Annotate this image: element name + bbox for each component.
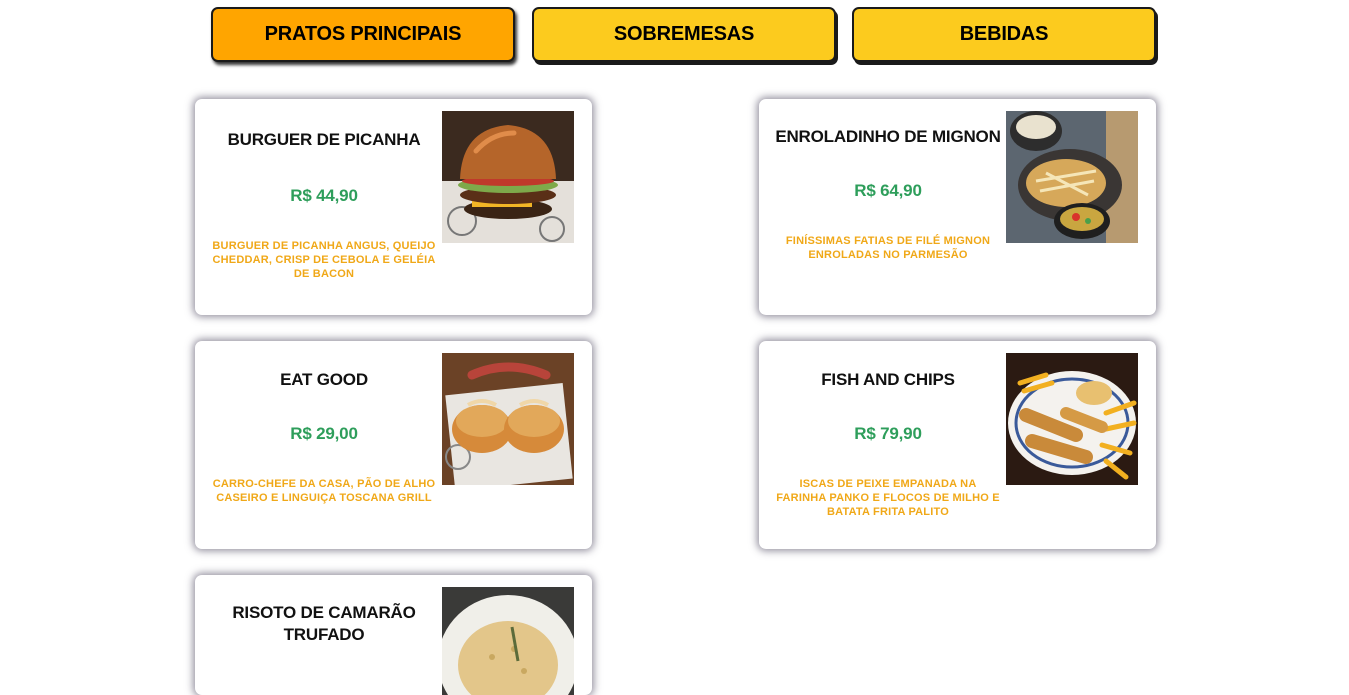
dish-description: ISCAS DE PEIXE EMPANADA NA FARINHA PANKO… <box>776 478 1000 518</box>
fish-chips-photo <box>1006 353 1138 485</box>
dish-card-fish-and-chips[interactable]: FISH AND CHIPS R$ 79,90 ISCAS DE PEIXE E… <box>759 341 1156 549</box>
dish-price: R$ 44,90 <box>290 186 358 205</box>
dish-info: RISOTO DE CAMARÃO TRUFADO <box>210 575 438 695</box>
dish-info: EAT GOOD R$ 29,00 CARRO-CHEFE DA CASA, P… <box>210 341 438 549</box>
dish-description: CARRO-CHEFE DA CASA, PÃO DE ALHO CASEIRO… <box>212 478 436 504</box>
dish-name: RISOTO DE CAMARÃO TRUFADO <box>232 603 416 644</box>
dish-name: BURGUER DE PICANHA <box>227 130 421 149</box>
dish-price: R$ 64,90 <box>854 181 922 200</box>
dish-card-eat-good[interactable]: EAT GOOD R$ 29,00 CARRO-CHEFE DA CASA, P… <box>195 341 592 549</box>
category-tabs: PRATOS PRINCIPAIS SOBREMESAS BEBIDAS <box>0 7 1349 63</box>
tab-pratos-principais[interactable]: PRATOS PRINCIPAIS <box>211 7 515 62</box>
dish-info: ENROLADINHO DE MIGNON R$ 64,90 FINÍSSIMA… <box>774 99 1002 315</box>
dish-price: R$ 79,90 <box>854 424 922 443</box>
eat-good-photo <box>442 353 574 485</box>
dish-info: FISH AND CHIPS R$ 79,90 ISCAS DE PEIXE E… <box>774 341 1002 549</box>
dish-name: ENROLADINHO DE MIGNON <box>775 127 1001 146</box>
risotto-photo <box>442 587 574 695</box>
dish-card-burguer-de-picanha[interactable]: BURGUER DE PICANHA R$ 44,90 BURGUER DE P… <box>195 99 592 315</box>
dish-card-risoto-de-camarao-trufado[interactable]: RISOTO DE CAMARÃO TRUFADO <box>195 575 592 695</box>
burger-photo <box>442 111 574 243</box>
tab-bebidas[interactable]: BEBIDAS <box>852 7 1156 62</box>
dish-description: BURGUER DE PICANHA ANGUS, QUEIJO CHEDDAR… <box>212 240 436 280</box>
dish-name: FISH AND CHIPS <box>821 370 955 389</box>
dish-description: FINÍSSIMAS FATIAS DE FILÉ MIGNON ENROLAD… <box>785 235 991 261</box>
dish-price: R$ 29,00 <box>290 424 358 443</box>
dish-card-enroladinho-de-mignon[interactable]: ENROLADINHO DE MIGNON R$ 64,90 FINÍSSIMA… <box>759 99 1156 315</box>
mignon-photo <box>1006 111 1138 243</box>
dish-name: EAT GOOD <box>280 370 368 389</box>
dish-info: BURGUER DE PICANHA R$ 44,90 BURGUER DE P… <box>210 99 438 315</box>
tab-sobremesas[interactable]: SOBREMESAS <box>532 7 836 62</box>
